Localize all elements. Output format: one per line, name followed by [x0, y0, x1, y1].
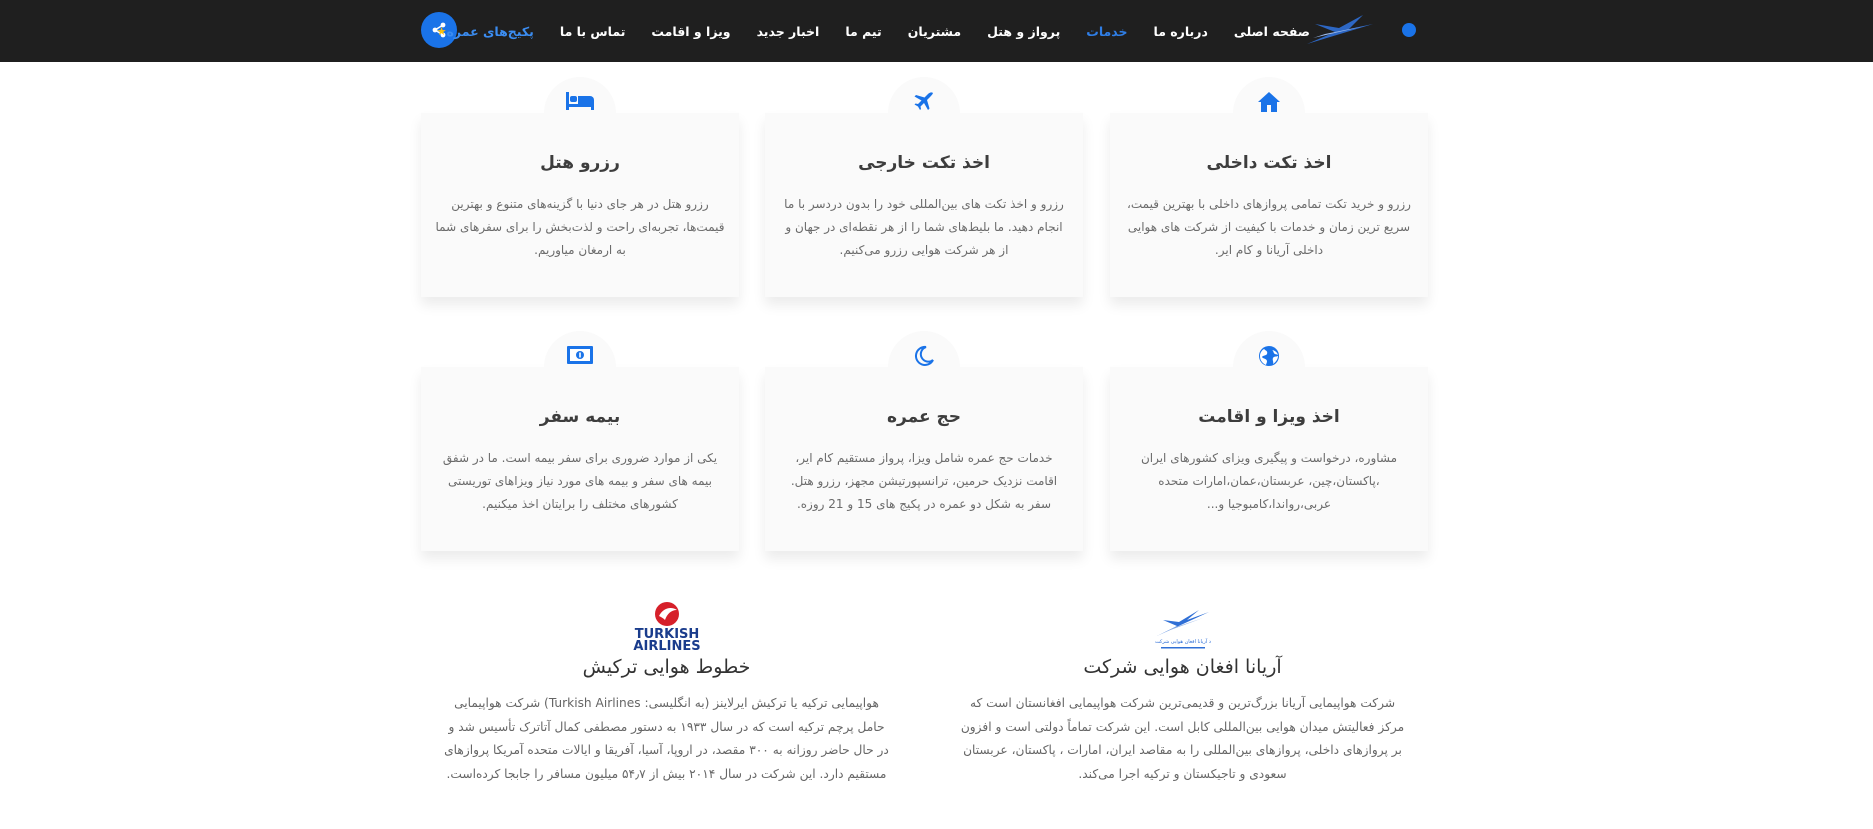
airline-name: خطوط هوایی ترکیش: [582, 656, 751, 678]
nav-about-label: درباره ما: [1153, 23, 1208, 39]
service-card-umrah[interactable]: حج عمره خدمات حج عمره شامل ویزا، پرواز م…: [765, 331, 1083, 551]
main-menu: صفحه اصلی درباره ما خدمات پرواز و هتل مش…: [409, 0, 1310, 62]
ariana-logo: د آریانا افغان هوایی شرکت: [1154, 610, 1211, 649]
nav-flight-hotel[interactable]: پرواز و هتل: [987, 24, 1060, 39]
nav-umrah-packages[interactable]: پکیج‌های عمره ★: [435, 24, 534, 39]
service-card-domestic-ticket[interactable]: اخذ تکت داخلی رزرو و خرید تکت تمامی پروا…: [1110, 77, 1428, 297]
service-card-visa[interactable]: اخذ ویزا و اقامت مشاوره، درخواست و پیگیر…: [1110, 331, 1428, 551]
nav-clients[interactable]: مشتریان: [908, 24, 961, 39]
nav-about[interactable]: درباره ما: [1154, 24, 1208, 39]
nav-news[interactable]: اخبار جدید: [757, 24, 820, 39]
nav-home[interactable]: صفحه اصلی: [1234, 24, 1310, 39]
nav-umrah-label: پکیج‌های عمره: [446, 23, 534, 39]
top-navbar: صفحه اصلی درباره ما خدمات پرواز و هتل مش…: [0, 0, 1873, 62]
site-logo[interactable]: [1305, 12, 1375, 48]
nav-news-label: اخبار جدید: [756, 23, 820, 39]
card-text: رزرو و خرید تکت تمامی پروازهای داخلی با …: [1127, 197, 1411, 257]
nav-services[interactable]: خدمات: [1086, 24, 1127, 39]
airline-name: آریانا افغان هوایی شرکت: [1083, 656, 1282, 678]
nav-visa[interactable]: ویزا و اقامت: [651, 24, 730, 39]
airline-description: شرکت هواپیمایی آریانا بزرگ‌ترین و قدیمی‌…: [960, 696, 1405, 781]
service-card-international-ticket[interactable]: اخذ تکت خارجی رزرو و اخذ تکت های بین‌الم…: [765, 77, 1083, 297]
nav-clients-label: مشتریان: [907, 23, 962, 39]
airline-description: هواپیمایی ترکیه یا ترکیش ایرلاینز (به ان…: [444, 696, 889, 781]
status-dot: [1402, 23, 1416, 37]
nav-contact[interactable]: تماس با ما: [560, 24, 626, 39]
card-title: اخذ ویزا و اقامت: [1198, 407, 1340, 427]
card-badge: [1233, 77, 1305, 149]
card-title: اخذ تکت خارجی: [858, 153, 990, 173]
nav-flight-hotel-label: پرواز و هتل: [987, 23, 1061, 39]
card-text: یکی از موارد ضروری برای سفر بیمه است. ما…: [442, 451, 718, 511]
card-badge: [1233, 331, 1305, 403]
turkish-airlines-logo: TURKISH AIRLINES: [633, 602, 700, 654]
money-icon: [567, 346, 593, 364]
card-text: رزرو هتل در هر جای دنیا با گزینه‌های متن…: [435, 197, 725, 257]
nav-team-label: تیم ما: [845, 23, 882, 39]
ariana-logo-text: د آریانا افغان هوایی شرکت: [1154, 638, 1210, 645]
turkish-logo-text-2: AIRLINES: [633, 639, 700, 652]
card-text: رزرو و اخذ تکت های بین‌المللی خود را بدو…: [784, 197, 1064, 257]
card-title: اخذ تکت داخلی: [1206, 153, 1332, 173]
card-badge: [888, 331, 960, 403]
card-badge: [544, 331, 616, 403]
card-text: خدمات حج عمره شامل ویزا، پرواز مستقیم کا…: [790, 451, 1058, 511]
service-card-hotel[interactable]: رزرو هتل رزرو هتل در هر جای دنیا با گزین…: [421, 77, 739, 297]
card-title: حج عمره: [886, 407, 962, 427]
nav-contact-label: تماس با ما: [559, 23, 626, 39]
airline-ariana: د آریانا افغان هوایی شرکت آریانا افغان ه…: [960, 608, 1405, 786]
card-text: مشاوره، درخواست و پیگیری ویزای کشورهای ا…: [1140, 451, 1398, 511]
globe-icon: [1259, 346, 1279, 366]
service-card-insurance[interactable]: بیمه سفر یکی از موارد ضروری برای سفر بیم…: [421, 331, 739, 551]
home-icon: [1258, 92, 1280, 112]
airline-turkish: TURKISH AIRLINES خطوط هوایی ترکیش هواپیم…: [444, 600, 889, 786]
nav-team[interactable]: تیم ما: [845, 24, 881, 39]
moon-icon: [914, 345, 934, 366]
nav-home-label: صفحه اصلی: [1233, 23, 1310, 39]
plane-icon: [914, 92, 933, 110]
card-badge: [888, 77, 960, 149]
bed-icon: [566, 92, 594, 110]
card-title: رزرو هتل: [540, 153, 620, 173]
nav-visa-label: ویزا و اقامت: [651, 23, 731, 39]
card-title: بیمه سفر: [539, 407, 621, 427]
star-icon: ★: [436, 24, 447, 38]
card-badge: [544, 77, 616, 149]
nav-services-label: خدمات: [1086, 23, 1128, 39]
